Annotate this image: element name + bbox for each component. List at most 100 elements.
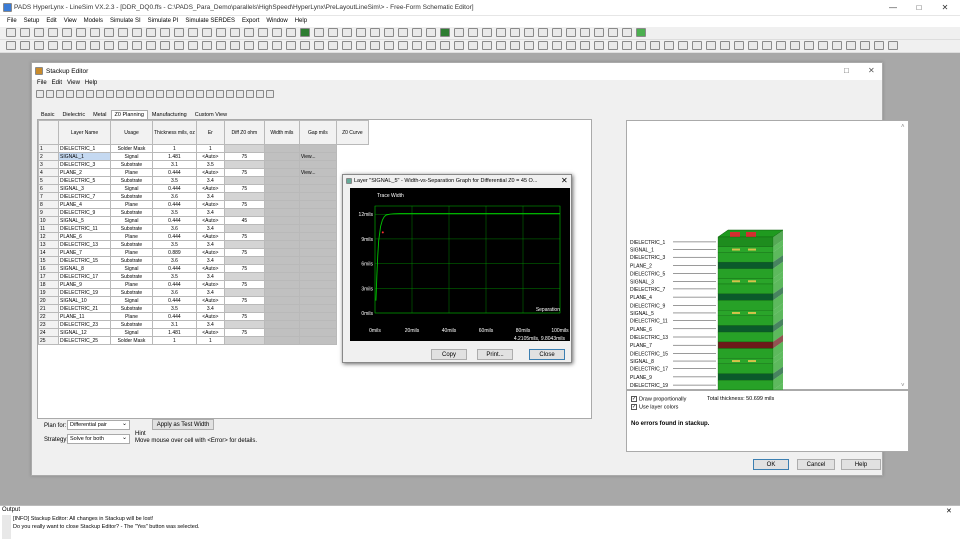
- table-cell[interactable]: [298, 176, 337, 185]
- table-cell[interactable]: [298, 232, 337, 241]
- toolbar-icon[interactable]: [860, 41, 870, 50]
- table-cell[interactable]: DIELECTRIC_3: [58, 160, 111, 169]
- table-cell[interactable]: DIELECTRIC_15: [58, 256, 111, 265]
- stackup-toolbar-icon[interactable]: [186, 90, 194, 98]
- toolbar-icon[interactable]: [90, 41, 100, 50]
- toolbar-icon[interactable]: [118, 28, 128, 37]
- stackup-toolbar-icon[interactable]: [66, 90, 74, 98]
- toolbar-icon[interactable]: [20, 41, 30, 50]
- table-cell[interactable]: Plane: [110, 312, 153, 321]
- menu-simulate-si[interactable]: Simulate SI: [110, 16, 141, 27]
- toolbar-icon[interactable]: [580, 41, 590, 50]
- menu-edit[interactable]: Edit: [46, 16, 56, 27]
- toolbar-icon[interactable]: [412, 41, 422, 50]
- table-cell[interactable]: 0.889: [152, 248, 197, 257]
- table-cell[interactable]: DIELECTRIC_25: [58, 336, 111, 345]
- table-cell[interactable]: [263, 288, 300, 297]
- table-cell[interactable]: [223, 208, 265, 217]
- view-scroll-up[interactable]: ˄: [901, 124, 905, 130]
- table-row[interactable]: 1 DIELECTRIC_1 Solder Mask 1 1: [38, 144, 369, 153]
- table-cell[interactable]: [298, 272, 337, 281]
- table-cell[interactable]: <Auto>: [195, 296, 225, 305]
- stackup-toolbar-icon[interactable]: [116, 90, 124, 98]
- table-cell[interactable]: Substrate: [110, 256, 153, 265]
- table-cell[interactable]: [263, 152, 300, 161]
- toolbar-icon[interactable]: [230, 41, 240, 50]
- toolbar-icon[interactable]: [762, 41, 772, 50]
- toolbar-icon[interactable]: [146, 41, 156, 50]
- table-cell[interactable]: 3.6: [152, 256, 197, 265]
- toolbar-icon[interactable]: [804, 41, 814, 50]
- table-cell[interactable]: 75: [223, 184, 265, 193]
- toolbar-icon[interactable]: [160, 28, 170, 37]
- toolbar-icon[interactable]: [622, 41, 632, 50]
- table-cell[interactable]: DIELECTRIC_19: [58, 288, 111, 297]
- stackup-toolbar-icon[interactable]: [126, 90, 134, 98]
- toolbar-icon[interactable]: [384, 41, 394, 50]
- table-cell[interactable]: <Auto>: [195, 200, 225, 209]
- tab-z0-planning[interactable]: Z0 Planning: [110, 110, 148, 119]
- toolbar-icon[interactable]: [636, 41, 646, 50]
- toolbar-icon[interactable]: [6, 41, 16, 50]
- table-cell[interactable]: <Auto>: [195, 280, 225, 289]
- table-cell[interactable]: 75: [223, 296, 265, 305]
- toolbar-icon[interactable]: [412, 28, 422, 37]
- table-cell[interactable]: SIGNAL_1: [58, 152, 111, 161]
- toolbar-icon[interactable]: [608, 41, 618, 50]
- table-cell[interactable]: [263, 312, 300, 321]
- table-cell[interactable]: Substrate: [110, 240, 153, 249]
- table-cell[interactable]: [298, 192, 337, 201]
- toolbar-icon[interactable]: [398, 28, 408, 37]
- stackup-toolbar-icon[interactable]: [136, 90, 144, 98]
- toolbar-icon[interactable]: [846, 41, 856, 50]
- table-row[interactable]: 7 DIELECTRIC_7 Substrate 3.6 3.4: [38, 192, 369, 201]
- toolbar-icon[interactable]: [160, 41, 170, 50]
- toolbar-icon[interactable]: [174, 28, 184, 37]
- table-row[interactable]: 15 DIELECTRIC_15 Substrate 3.6 3.4: [38, 256, 369, 265]
- toolbar-icon[interactable]: [76, 28, 86, 37]
- table-cell[interactable]: View...: [298, 152, 337, 161]
- table-cell[interactable]: 0.444: [152, 232, 197, 241]
- table-cell[interactable]: [223, 272, 265, 281]
- table-cell[interactable]: SIGNAL_3: [58, 184, 111, 193]
- toolbar-icon[interactable]: [258, 28, 268, 37]
- stackup-toolbar-icon[interactable]: [146, 90, 154, 98]
- toolbar-icon[interactable]: [664, 41, 674, 50]
- table-cell[interactable]: 1: [195, 336, 225, 345]
- toolbar-icon[interactable]: [608, 28, 618, 37]
- table-cell[interactable]: [263, 144, 300, 153]
- table-cell[interactable]: Solder Mask: [110, 144, 153, 153]
- table-row[interactable]: 2 SIGNAL_1 Signal 1.481 <Auto> 75 View...: [38, 152, 369, 161]
- toolbar-icon[interactable]: [692, 41, 702, 50]
- table-cell[interactable]: [263, 280, 300, 289]
- table-cell[interactable]: [223, 144, 265, 153]
- table-cell[interactable]: SIGNAL_5: [58, 216, 111, 225]
- toolbar-icon[interactable]: [202, 28, 212, 37]
- toolbar-icon[interactable]: [566, 41, 576, 50]
- table-cell[interactable]: [298, 312, 337, 321]
- table-cell[interactable]: PLANE_6: [58, 232, 111, 241]
- toolbar-icon[interactable]: [244, 41, 254, 50]
- table-cell[interactable]: Signal: [110, 328, 153, 337]
- table-cell[interactable]: 75: [223, 168, 265, 177]
- menu-models[interactable]: Models: [84, 16, 103, 27]
- table-cell[interactable]: 0.444: [152, 200, 197, 209]
- table-cell[interactable]: 3.4: [195, 240, 225, 249]
- toolbar-icon[interactable]: [286, 28, 296, 37]
- stackup-toolbar-icon[interactable]: [166, 90, 174, 98]
- table-cell[interactable]: 3.4: [195, 320, 225, 329]
- table-cell[interactable]: 1.481: [152, 152, 197, 161]
- table-row[interactable]: 6 SIGNAL_3 Signal 0.444 <Auto> 75: [38, 184, 369, 193]
- table-cell[interactable]: [298, 224, 337, 233]
- table-cell[interactable]: 3.4: [195, 256, 225, 265]
- toolbar-icon[interactable]: [76, 41, 86, 50]
- table-cell[interactable]: 3.4: [195, 304, 225, 313]
- table-cell[interactable]: 1: [152, 144, 197, 153]
- table-row[interactable]: 19 DIELECTRIC_19 Substrate 3.6 3.4: [38, 288, 369, 297]
- table-row[interactable]: 20 SIGNAL_10 Signal 0.444 <Auto> 75: [38, 296, 369, 305]
- column-header[interactable]: Diff Z0 ohm: [223, 120, 265, 145]
- toolbar-icon[interactable]: [734, 41, 744, 50]
- column-header[interactable]: Gap mils: [298, 120, 337, 145]
- toolbar-icon[interactable]: [314, 41, 324, 50]
- toolbar-icon[interactable]: [874, 41, 884, 50]
